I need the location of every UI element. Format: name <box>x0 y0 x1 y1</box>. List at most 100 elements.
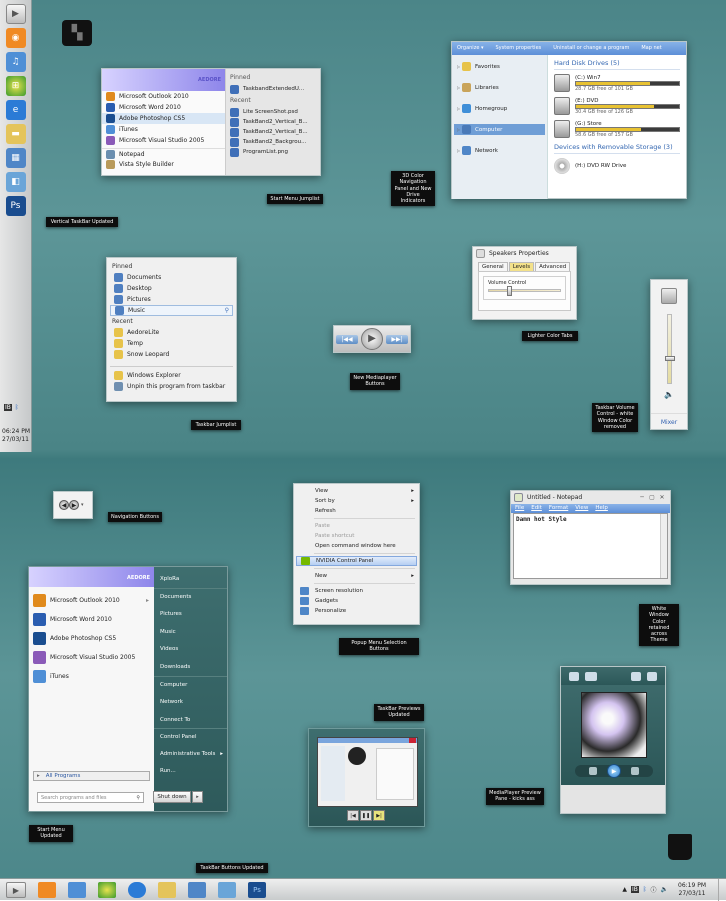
pinned-item[interactable]: TaskbandExtendedU... <box>226 84 320 94</box>
recent-item[interactable]: ProgramList.png <box>226 147 320 157</box>
ib-icon[interactable]: IB <box>4 404 12 411</box>
itunes-icon[interactable]: ♫ <box>5 52 26 72</box>
folder-icon[interactable]: ▬ <box>5 124 26 144</box>
toolbar-button[interactable]: System properties <box>496 45 542 52</box>
window-icon[interactable]: ◧ <box>5 172 26 192</box>
program-item[interactable]: Notepad <box>102 148 225 159</box>
tab-general[interactable]: General <box>478 262 508 271</box>
notepad-text-area[interactable]: Damn hot Style <box>513 513 668 579</box>
recent-item[interactable]: Snow Leopard <box>110 349 233 360</box>
context-menu-item[interactable]: Gadgets <box>296 596 417 606</box>
program-item[interactable]: Microsoft Word 2010 <box>29 610 154 629</box>
previous-button[interactable]: |◀◀ <box>336 334 358 344</box>
switch-view-button[interactable] <box>631 671 641 681</box>
preview-previous-button[interactable]: |◀ <box>347 810 359 821</box>
forward-button[interactable]: ▶ <box>69 500 79 510</box>
recent-item[interactable]: Temp <box>110 338 233 349</box>
show-hidden-icons[interactable]: ▲ <box>622 886 627 893</box>
nav-item-favorites[interactable]: ▷ Favorites <box>454 61 545 72</box>
photoshop-icon[interactable]: Ps <box>5 196 26 216</box>
start-menu-link[interactable]: Videos <box>154 640 227 658</box>
show-desktop-button[interactable] <box>718 879 726 901</box>
ie-icon[interactable] <box>128 881 146 898</box>
drive-item[interactable]: (C:) Win7 28.7 GB free of 101 GB <box>554 74 680 92</box>
nav-item-homegroup[interactable]: ▷ Homegroup <box>454 103 545 114</box>
play-button[interactable]: ▶ <box>607 764 621 778</box>
program-item[interactable]: iTunes <box>102 124 225 135</box>
task-item[interactable]: Windows Explorer <box>110 370 233 381</box>
program-item[interactable]: Vista Style Builder <box>102 159 225 170</box>
nav-item-computer[interactable]: ▷ Computer <box>454 124 545 135</box>
toolbar-button[interactable]: Uninstall or change a program <box>553 45 629 52</box>
pinned-item[interactable]: Desktop <box>110 283 233 294</box>
context-menu-item[interactable]: Refresh <box>296 506 417 516</box>
start-menu-link[interactable]: Control Panel <box>154 728 227 745</box>
help-button[interactable] <box>647 671 657 681</box>
program-item[interactable]: Microsoft Word 2010 <box>102 102 225 113</box>
search-input[interactable]: Search programs and files ⚲ <box>37 792 144 803</box>
play-button[interactable]: ▶ <box>361 328 383 350</box>
volume-slider[interactable] <box>664 314 675 384</box>
dvd-drive[interactable]: (H:) DVD RW Drive <box>554 158 680 174</box>
maximize-button[interactable]: ▢ <box>647 494 657 501</box>
context-menu-item[interactable]: Paste <box>296 521 417 531</box>
volume-icon[interactable]: 🔈 <box>661 886 668 893</box>
start-menu-link[interactable]: Pictures <box>154 605 227 623</box>
network-icon[interactable] <box>188 881 206 898</box>
windows-icon[interactable]: ⊞ <box>5 76 26 96</box>
context-menu-item[interactable]: Screen resolution <box>296 586 417 596</box>
start-menu-link[interactable]: Run... <box>154 762 227 780</box>
menu-file[interactable]: File <box>515 505 524 512</box>
recent-item[interactable]: AedoreLite <box>110 327 233 338</box>
menu-edit[interactable]: Edit <box>531 505 542 512</box>
next-button[interactable]: ▶▶| <box>386 334 408 344</box>
start-menu-link[interactable]: Downloads <box>154 658 227 676</box>
recent-item[interactable]: TaskBand2_Backgrou... <box>226 137 320 147</box>
back-button[interactable]: ◀ <box>59 500 69 510</box>
drive-item[interactable]: (G:) Store 58.6 GB free of 157 GB <box>554 120 680 138</box>
windows-icon[interactable] <box>98 881 116 898</box>
tab-advanced[interactable]: Advanced <box>535 262 571 271</box>
volume-slider-thumb[interactable] <box>506 286 512 296</box>
mixer-link[interactable]: Mixer <box>651 413 687 426</box>
window-icon[interactable] <box>218 881 236 898</box>
menu-view[interactable]: View <box>575 505 588 512</box>
start-menu-link[interactable]: Documents <box>154 587 227 606</box>
program-item[interactable]: Microsoft Outlook 2010 ▸ <box>29 591 154 610</box>
start-menu-link[interactable]: Music <box>154 623 227 641</box>
view-dropdown-icon[interactable] <box>585 671 597 681</box>
recent-item[interactable]: TaskBand2_Vertical_B... <box>226 117 320 127</box>
photoshop-icon[interactable]: Ps <box>248 881 266 898</box>
start-menu-link[interactable]: XploRa <box>154 570 227 588</box>
program-item[interactable]: Adobe Photoshop CS5 <box>29 629 154 648</box>
mediaplayer-icon[interactable]: ◉ <box>5 28 26 48</box>
start-menu-link[interactable]: Connect To <box>154 711 227 729</box>
pinned-item[interactable]: Pictures <box>110 294 233 305</box>
next-track-button[interactable] <box>631 767 639 775</box>
itunes-icon[interactable] <box>68 881 86 898</box>
taskbar-clock[interactable]: 06:19 PM 27/03/11 <box>678 882 706 898</box>
recent-item[interactable]: TaskBand2_Vertical_B... <box>226 127 320 137</box>
folder-icon[interactable] <box>158 881 176 898</box>
context-menu-item[interactable]: View ▸ <box>296 486 417 496</box>
shutdown-options-button[interactable]: ▸ <box>192 791 203 803</box>
menu-help[interactable]: Help <box>595 505 608 512</box>
program-item[interactable]: Microsoft Outlook 2010 <box>102 91 225 102</box>
bluetooth-icon[interactable]: ᛒ <box>643 886 647 893</box>
task-item[interactable]: Unpin this program from taskbar <box>110 381 233 392</box>
recycle-bin-icon[interactable] <box>668 834 692 860</box>
start-button[interactable]: ▶ <box>6 881 26 898</box>
vtaskbar-clock[interactable]: 06:24 PM 27/03/11 <box>2 428 30 444</box>
nav-item-libraries[interactable]: ▷ Libraries <box>454 82 545 93</box>
all-programs-button[interactable]: ▸ All Programs <box>33 771 150 781</box>
pinned-item[interactable]: Music ⚲ <box>110 305 233 316</box>
preview-next-button[interactable]: ▶| <box>373 810 385 821</box>
volume-slider-thumb[interactable] <box>664 355 675 361</box>
vertical-scrollbar[interactable] <box>660 514 667 578</box>
mediaplayer-icon[interactable] <box>38 881 56 898</box>
context-menu-item[interactable]: Sort by ▸ <box>296 496 417 506</box>
program-item[interactable]: Adobe Photoshop CS5 <box>102 113 225 124</box>
toolbar-button[interactable]: Organize ▾ <box>457 45 484 52</box>
bluetooth-icon[interactable]: ᛒ <box>15 404 19 411</box>
ib-icon[interactable]: IB <box>631 886 639 893</box>
